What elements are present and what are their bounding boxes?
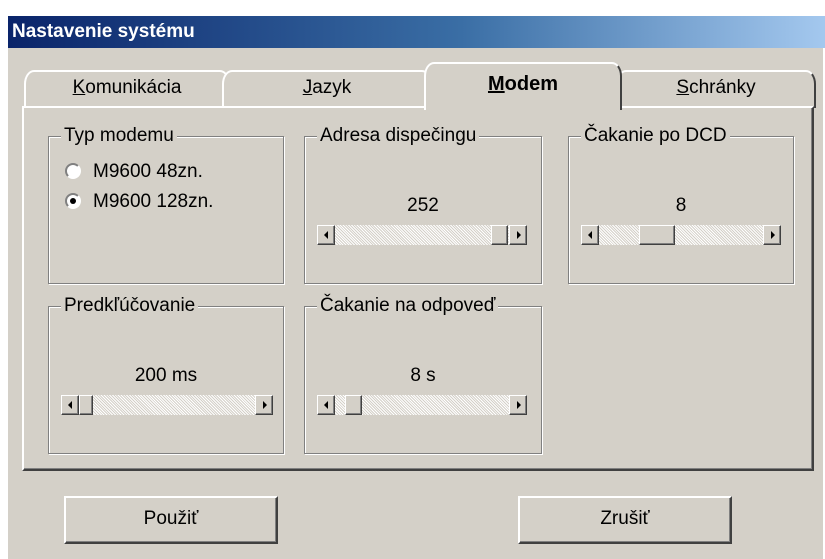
response-wait-slider[interactable]: [317, 395, 527, 415]
scroll-thumb[interactable]: [491, 225, 508, 245]
arrow-left-icon: [324, 401, 328, 409]
tab-label: omunikácia: [85, 77, 182, 98]
scroll-right-button[interactable]: [509, 395, 527, 415]
scroll-right-button[interactable]: [763, 225, 781, 245]
arrow-right-icon: [517, 231, 521, 239]
cancel-button[interactable]: Zrušiť: [518, 496, 732, 544]
group-title: Čakanie po DCD: [581, 125, 730, 147]
arrow-left-icon: [324, 231, 328, 239]
radio-selected-dot: [70, 198, 76, 204]
group-title: Čakanie na odpoveď: [317, 295, 499, 317]
title-bar[interactable]: Nastavenie systému: [8, 16, 825, 48]
system-settings-window: Nastavenie systému Komunikácia Jazyk Sch…: [0, 0, 825, 559]
scroll-left-button[interactable]: [317, 395, 335, 415]
arrow-left-icon: [68, 401, 72, 409]
arrow-left-icon: [588, 231, 592, 239]
tab-mnemonic: J: [302, 77, 313, 98]
tab-schranky[interactable]: Schránky: [616, 70, 816, 108]
scroll-thumb[interactable]: [639, 225, 675, 245]
scroll-right-button[interactable]: [255, 395, 273, 415]
scroll-thumb[interactable]: [345, 395, 362, 415]
arrow-right-icon: [517, 401, 521, 409]
tab-komunikacia[interactable]: Komunikácia: [24, 70, 230, 108]
tab-label: chránky: [689, 77, 756, 98]
value-label: 8: [675, 195, 687, 216]
group-pre-keying: Predkľúčovanie 200 ms: [48, 295, 284, 454]
group-dispatch-address: Adresa dispečingu 252: [304, 125, 542, 284]
radio-button[interactable]: [65, 193, 81, 209]
dispatch-address-slider[interactable]: [317, 225, 527, 245]
scroll-thumb[interactable]: [79, 395, 93, 415]
tab-modem[interactable]: Modem: [424, 62, 622, 110]
tab-mnemonic: S: [676, 77, 690, 98]
arrow-right-icon: [263, 401, 267, 409]
arrow-right-icon: [771, 231, 775, 239]
apply-button[interactable]: Použiť: [64, 496, 278, 544]
group-title: Adresa dispečingu: [317, 125, 480, 147]
tab-label: azyk: [312, 77, 352, 98]
scroll-right-button[interactable]: [509, 225, 527, 245]
window-title: Nastavenie systému: [12, 21, 195, 42]
value-label: 252: [407, 195, 439, 216]
scroll-left-button[interactable]: [317, 225, 335, 245]
radio-label: M9600 48zn.: [93, 161, 203, 182]
group-title: Typ modemu: [61, 125, 177, 147]
scroll-left-button[interactable]: [581, 225, 599, 245]
group-dcd-wait: Čakanie po DCD 8: [568, 125, 794, 284]
tab-mnemonic: K: [72, 77, 86, 98]
top-margin: [0, 0, 825, 16]
value-label: 200 ms: [134, 365, 198, 386]
group-response-wait: Čakanie na odpoveď 8 s: [304, 295, 542, 454]
tab-label: odem: [504, 73, 558, 95]
pre-keying-slider[interactable]: [61, 395, 273, 415]
left-margin: [0, 0, 8, 559]
scroll-left-button[interactable]: [61, 395, 79, 415]
group-modem-type: Typ modemu M9600 48zn. M9600 128zn.: [48, 125, 284, 284]
tab-mnemonic: M: [487, 73, 505, 95]
dcd-wait-slider[interactable]: [581, 225, 781, 245]
radio-label: M9600 128zn.: [93, 191, 214, 212]
value-label: 8 s: [410, 365, 436, 386]
group-title: Predkľúčovanie: [61, 295, 199, 317]
tab-jazyk[interactable]: Jazyk: [222, 70, 432, 108]
radio-button[interactable]: [65, 163, 81, 179]
